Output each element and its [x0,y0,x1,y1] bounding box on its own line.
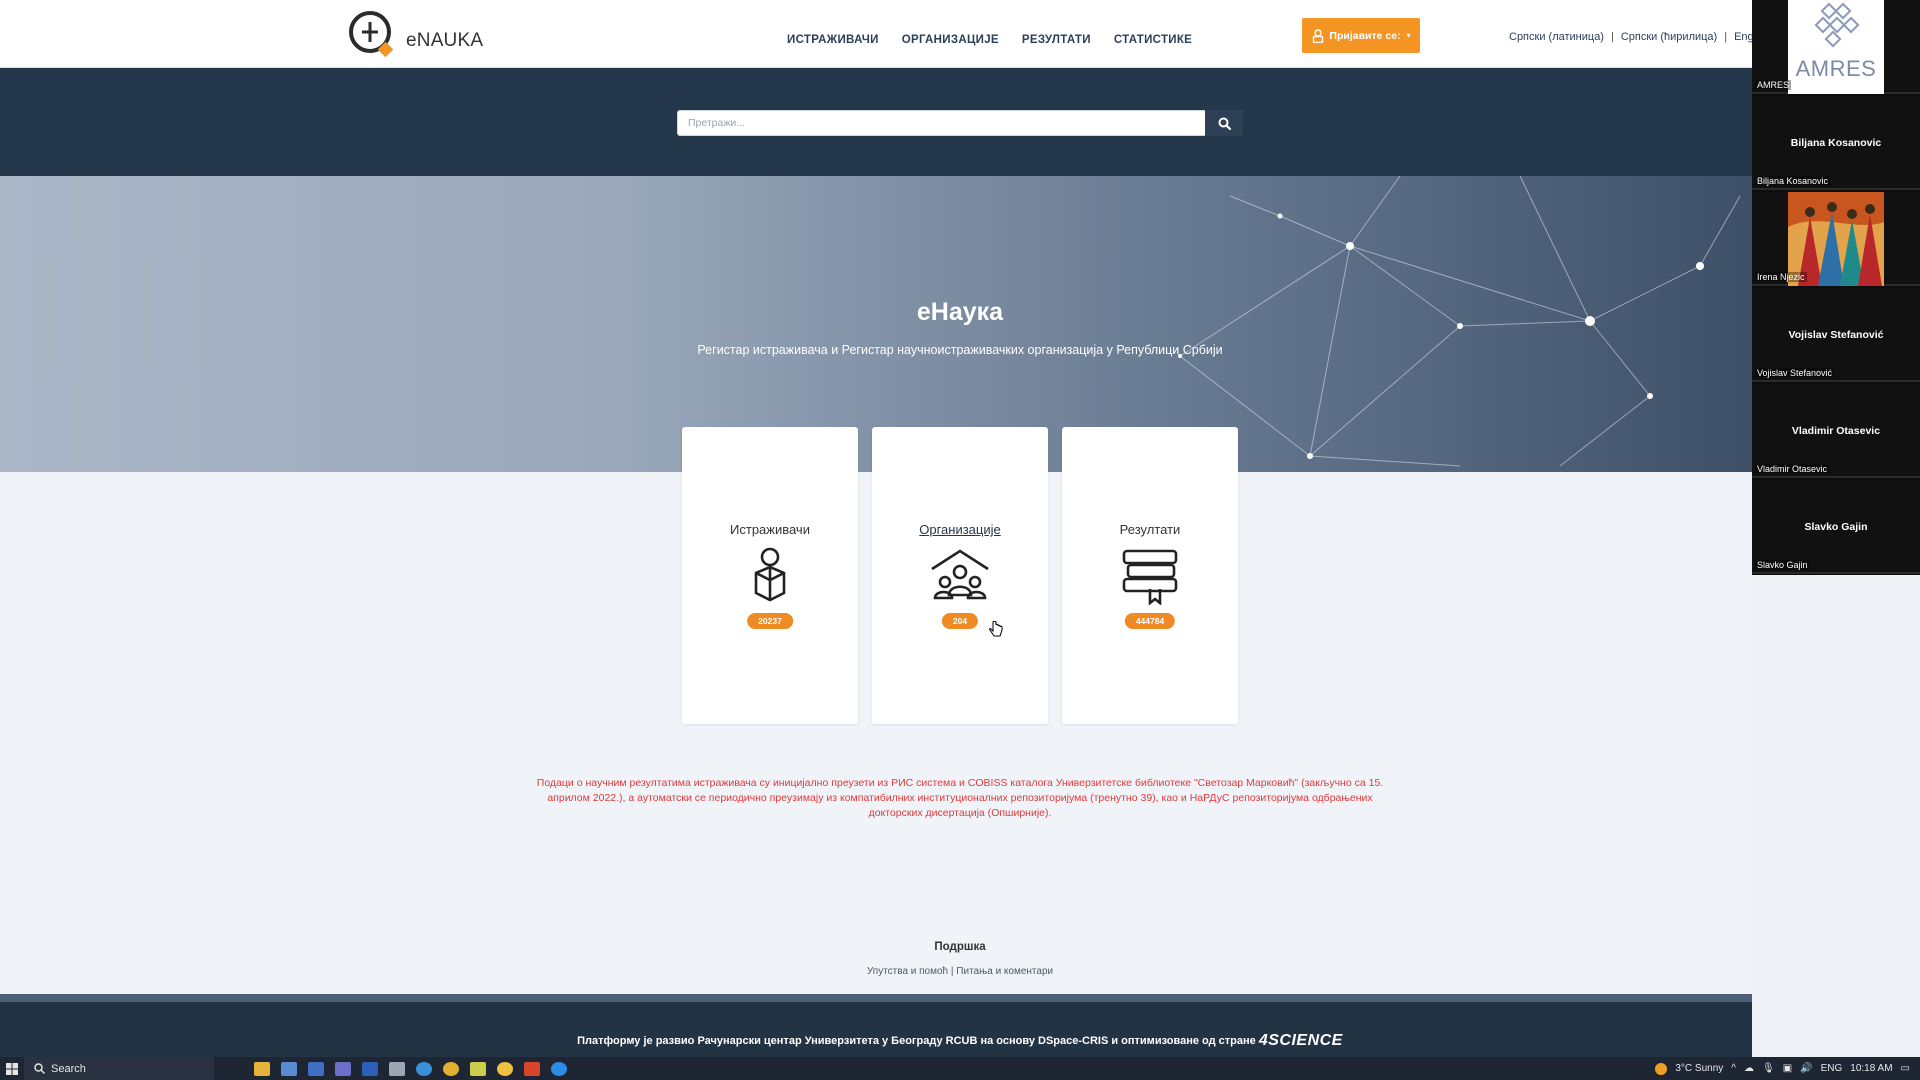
taskbar-apps [254,1061,567,1076]
taskbar-search[interactable]: Search [24,1057,214,1080]
clock[interactable]: 10:18 AM [1850,1063,1892,1074]
language-indicator[interactable]: ENG [1821,1063,1843,1074]
microphone-icon[interactable]: 🎙 [1762,1063,1775,1074]
participant-tile[interactable]: AMRES AMRES [1752,0,1920,94]
count-badge: 444784 [1124,613,1176,629]
windows-icon [6,1062,18,1075]
system-tray: 3°C Sunny ^ ☁ 🎙 ▣ 🔊 ENG 10:18 AM ▭ [1655,1057,1920,1080]
chrome-icon[interactable] [443,1061,459,1076]
card-organizations[interactable]: Организације 204 [872,427,1048,724]
user-lock-icon [1313,28,1324,43]
hero-title: eНаука [916,298,1004,326]
lang-english[interactable]: Engl [1734,31,1752,43]
card-researchers[interactable]: Истраживачи 20237 [682,427,858,724]
calendar-icon[interactable] [308,1061,324,1076]
chevron-down-icon: ▾ [1406,31,1411,40]
zoom-icon[interactable] [551,1061,567,1076]
lang-serbian-latin[interactable]: Српски (латиница) [1509,31,1604,43]
4science-logo[interactable]: 4SCIENCE [1259,1032,1343,1049]
language-switcher: Српски (латиница)|Српски (ћирилица)|Engl [1508,31,1752,43]
file-explorer-icon[interactable] [254,1061,270,1076]
participant-tile[interactable]: Irena Njezic [1752,192,1920,286]
participants-panel: AMRES AMRES Biljana Kosanovic Biljana Ko… [1752,0,1920,575]
edge-icon[interactable] [416,1061,432,1076]
chevron-up-icon[interactable]: ^ [1731,1063,1736,1074]
taskbar: Search 3°C Sunny ^ ☁ 🎙 ▣ 🔊 ENG 10:18 AM … [0,1057,1920,1080]
participant-display-name: Biljana Kosanovic [1790,137,1882,149]
participant-display-name: Vojislav Stefanović [1788,329,1884,341]
participant-tile[interactable]: Biljana Kosanovic Biljana Kosanovic [1752,96,1920,190]
organizations-icon [931,549,989,600]
word-icon[interactable] [362,1061,378,1076]
search-input[interactable]: Претражи... [677,110,1243,136]
nav-statistics[interactable]: СТАТИСТИКЕ [1114,34,1192,46]
notes-icon[interactable] [470,1061,486,1076]
cloud-icon[interactable]: ☁ [1744,1063,1754,1074]
hand-cursor-icon [989,621,1003,637]
search-placeholder: Претражи... [688,117,746,129]
app-red-icon[interactable] [524,1061,540,1076]
card-title: Резултати [1119,522,1181,537]
card-title: Истраживачи [730,522,810,537]
participant-name: Biljana Kosanovic [1755,176,1831,186]
login-button[interactable]: Пријавите се: ▾ [1302,18,1420,53]
participant-name: Irena Njezic [1755,272,1807,282]
login-label: Пријавите се: [1329,29,1401,42]
search-icon [34,1063,45,1074]
participant-name: Slavko Gajin [1755,560,1810,570]
support-links: Упутства и помоћ | Питања и коментари [866,966,1054,977]
amres-logo: AMRES [1788,0,1884,94]
main-nav: ИСТРАЖИВАЧИ ОРГАНИЗАЦИЈЕ РЕЗУЛТАТИ СТАТИ… [787,34,1192,46]
browser-page: eNAUKA ИСТРАЖИВАЧИ ОРГАНИЗАЦИЈЕ РЕЗУЛТАТ… [0,0,1752,1057]
read-more-link[interactable]: Опширније [991,807,1045,819]
questions-link[interactable]: Питања и коментари [956,966,1053,977]
notepad-icon[interactable] [389,1061,405,1076]
footer: Платформу је развио Рачунарски центар Ун… [0,994,1752,1057]
site-logo[interactable]: eNAUKA [348,8,483,60]
amres-mark-icon [1814,2,1860,48]
data-source-notice: Подаци о научним резултатима истраживача… [536,777,1384,819]
support-title: Подршка [934,941,986,953]
chrome-alt-icon[interactable] [497,1061,513,1076]
network-icon[interactable]: ▣ [1783,1063,1792,1074]
participant-tile[interactable]: Vladimir Otasevic Vladimir Otasevic [1752,384,1920,478]
amres-logo-text: AMRES [1795,56,1877,81]
start-button[interactable] [0,1057,24,1080]
app-icon[interactable] [281,1061,297,1076]
search-band: Претражи... [0,68,1752,176]
participant-tile[interactable]: Slavko Gajin Slavko Gajin [1752,480,1920,574]
count-badge: 204 [941,613,979,629]
logo-text: eNAUKA [406,30,484,51]
count-badge: 20237 [747,613,793,629]
results-icon [1122,549,1178,605]
taskbar-search-label: Search [51,1062,86,1075]
participant-name: AMRES [1755,80,1792,90]
footer-text: Платформу је развио Рачунарски центар Ун… [577,1032,1343,1049]
volume-icon[interactable]: 🔊 [1800,1063,1812,1074]
card-results[interactable]: Резултати 444784 [1062,427,1238,724]
enauka-logo-icon [349,11,394,58]
lang-serbian-cyrillic[interactable]: Српски (ћирилица) [1621,31,1717,43]
participant-tile[interactable]: Vojislav Stefanović Vojislav Stefanović [1752,288,1920,382]
search-icon [1218,117,1231,130]
search-button[interactable] [1205,110,1243,136]
notification-icon[interactable]: ▭ [1901,1063,1910,1074]
teams-icon[interactable] [335,1061,351,1076]
participant-name: Vladimir Otasevic [1755,464,1830,474]
nav-researchers[interactable]: ИСТРАЖИВАЧИ [787,34,879,46]
nav-organizations[interactable]: ОРГАНИЗАЦИЈЕ [902,34,999,46]
help-link[interactable]: Упутства и помоћ [867,966,948,977]
participant-name: Vojislav Stefanović [1755,368,1835,378]
researcher-icon [754,547,786,602]
top-navigation: eNAUKA ИСТРАЖИВАЧИ ОРГАНИЗАЦИЈЕ РЕЗУЛТАТ… [0,0,1752,68]
nav-results[interactable]: РЕЗУЛТАТИ [1022,34,1091,46]
weather-text[interactable]: 3°C Sunny [1675,1063,1723,1074]
hero-subtitle: Регистар истраживача и Регистар научноис… [697,343,1223,357]
card-title: Организације [919,522,1001,537]
weather-sun-icon [1655,1062,1668,1075]
participant-display-name: Vladimir Otasevic [1791,425,1881,437]
participant-display-name: Slavko Gajin [1804,521,1868,533]
